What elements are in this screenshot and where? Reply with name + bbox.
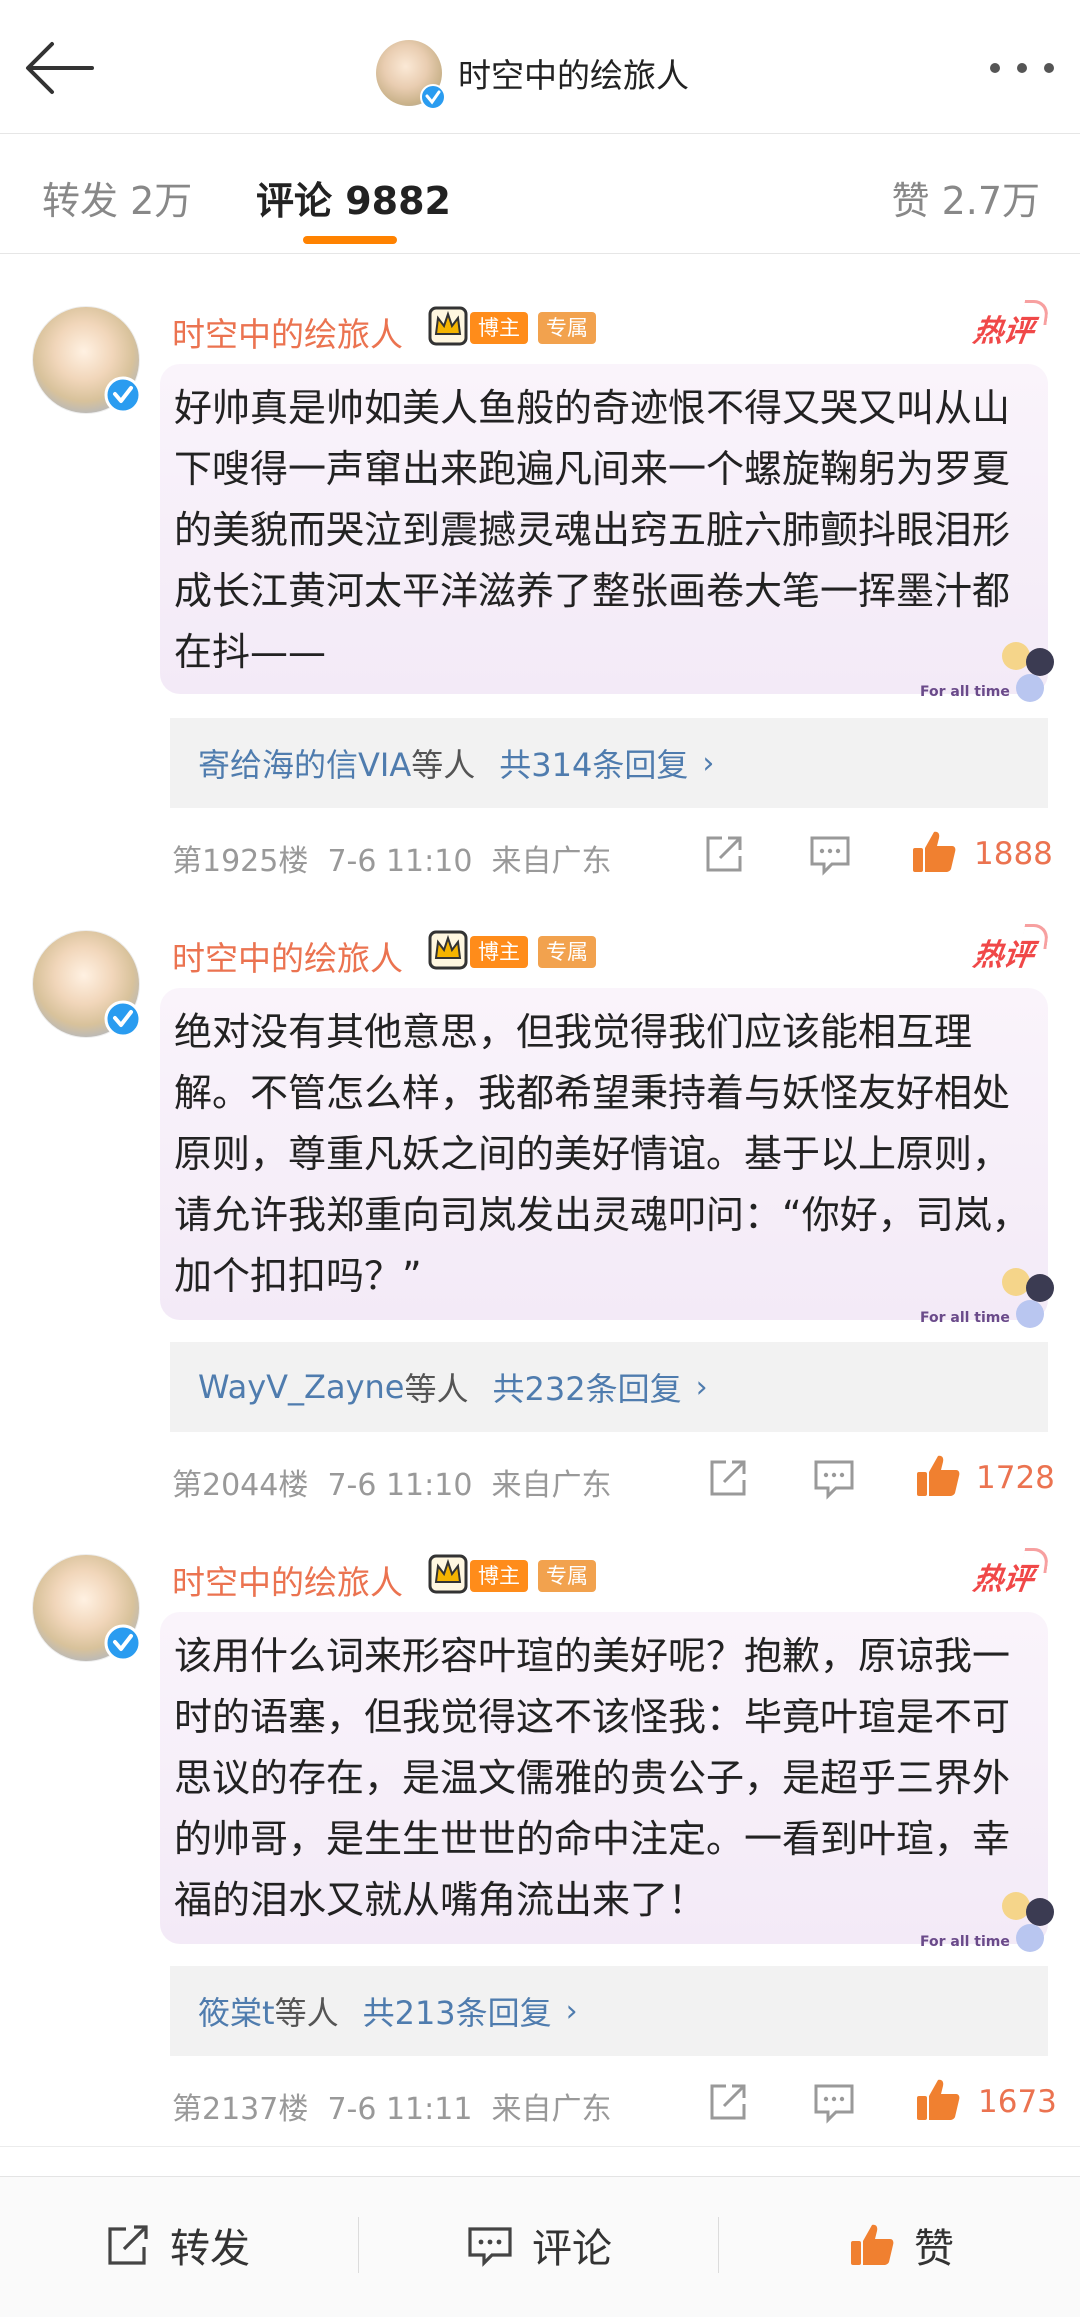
verified-icon (420, 84, 446, 110)
hot-comment-badge: 热评 (971, 930, 1037, 974)
comment-label: 评论 (532, 2226, 612, 2272)
active-tab-indicator (303, 236, 397, 244)
more-dots-icon (1017, 63, 1027, 73)
comment-bubble: 该用什么词来形容叶瑄的美好呢？抱歉，原谅我一时的语塞，但我觉得这不该怪我：毕竟叶… (160, 1612, 1054, 1952)
share-icon[interactable] (706, 1456, 750, 1500)
exclusive-badge: 专属 (538, 312, 596, 344)
tab-repost[interactable]: 转发 2万 (42, 170, 192, 225)
crown-icon (428, 930, 468, 970)
comment-icon[interactable] (812, 1456, 856, 1500)
share-icon (108, 2225, 148, 2265)
comment-bubble: 好帅真是帅如美人鱼般的奇迹恨不得又哭又叫从山下嗖得一声窜出来跑遍凡间来一个螺旋鞠… (160, 364, 1054, 702)
reply-summary-link[interactable]: WayV_Zayne 等人 共232条回复 › (170, 1342, 1048, 1432)
repost-button[interactable]: 转发 (104, 2215, 250, 2275)
thumbs-up-icon[interactable] (914, 2076, 962, 2124)
comment-username[interactable]: 时空中的绘旅人 (172, 308, 403, 356)
chevron-right-icon: › (702, 745, 715, 781)
thumbs-up-icon[interactable] (914, 1452, 962, 1500)
comment-username[interactable]: 时空中的绘旅人 (172, 932, 403, 980)
like-button[interactable]: 赞 (848, 2215, 954, 2275)
crown-icon (428, 306, 468, 346)
tab-like[interactable]: 赞 2.7万 (891, 170, 1040, 225)
thumbs-up-icon[interactable] (910, 828, 958, 876)
back-button[interactable] (22, 38, 98, 98)
verified-icon (104, 376, 142, 414)
host-badge: 博主 (470, 312, 528, 344)
comment-text: 好帅真是帅如美人鱼般的奇迹恨不得又哭又叫从山下嗖得一声窜出来跑遍凡间来一个螺旋鞠… (174, 386, 1011, 674)
account-header[interactable]: 时空中的绘旅人 (376, 38, 689, 110)
chevron-right-icon: › (695, 1369, 708, 1405)
comment-text: 绝对没有其他意思，但我觉得我们应该能相互理解。不管怎么样，我都希望秉持着与妖怪友… (174, 1010, 1030, 1298)
crown-icon (428, 1554, 468, 1594)
exclusive-badge: 专属 (538, 1560, 596, 1592)
share-icon[interactable] (706, 2080, 750, 2124)
separator (358, 2217, 359, 2273)
bottom-action-bar: 转发 评论 赞 (0, 2176, 1080, 2317)
like-count: 1673 (978, 2084, 1057, 2120)
comment-icon (468, 2227, 512, 2267)
host-badge: 博主 (470, 936, 528, 968)
thumbs-up-icon (851, 2224, 894, 2265)
comment-meta: 第1925楼 7-6 11:10 来自广东 (172, 844, 612, 879)
like-count: 1888 (974, 836, 1053, 872)
host-badge: 博主 (470, 1560, 528, 1592)
comment-username[interactable]: 时空中的绘旅人 (172, 1556, 403, 1604)
exclusive-badge: 专属 (538, 936, 596, 968)
comment-icon[interactable] (808, 832, 852, 876)
verified-icon (104, 1000, 142, 1038)
hot-comment-badge: 热评 (971, 1554, 1037, 1598)
avatar[interactable] (376, 40, 446, 110)
avatar[interactable] (32, 306, 142, 414)
avatar[interactable] (32, 930, 142, 1038)
separator (718, 2217, 719, 2273)
more-dots-icon (990, 63, 1000, 73)
chevron-right-icon: › (565, 1993, 578, 2029)
comment-meta: 第2137楼 7-6 11:11 来自广东 (172, 2092, 612, 2127)
verified-icon (104, 1624, 142, 1662)
hot-comment-badge: 热评 (971, 306, 1037, 350)
comment-bubble: 绝对没有其他意思，但我觉得我们应该能相互理解。不管怎么样，我都希望秉持着与妖怪友… (160, 988, 1054, 1328)
like-label: 赞 (914, 2226, 954, 2272)
bubble-sticker: For all time (920, 1262, 1060, 1332)
divider (0, 2146, 1080, 2147)
comment-button[interactable]: 评论 (466, 2215, 612, 2275)
reply-summary-link[interactable]: 寄给海的信VIA 等人 共314条回复 › (170, 718, 1048, 808)
repost-label: 转发 (170, 2226, 250, 2272)
tab-bar: 转发 2万 评论 9882 赞 2.7万 (0, 134, 1080, 254)
comment-meta: 第2044楼 7-6 11:10 来自广东 (172, 1468, 612, 1503)
comment-icon[interactable] (812, 2080, 856, 2124)
page-title: 时空中的绘旅人 (458, 56, 689, 95)
bubble-sticker: For all time (920, 1886, 1060, 1956)
top-navigation-bar: 时空中的绘旅人 (0, 0, 1080, 134)
more-button[interactable] (990, 58, 1054, 78)
bubble-sticker: For all time (920, 636, 1060, 706)
back-arrow-icon (26, 42, 94, 94)
comment-text: 该用什么词来形容叶瑄的美好呢？抱歉，原谅我一时的语塞，但我觉得这不该怪我：毕竟叶… (174, 1634, 1011, 1922)
like-count: 1728 (976, 1460, 1055, 1496)
more-dots-icon (1044, 63, 1054, 73)
avatar[interactable] (32, 1554, 142, 1662)
reply-summary-link[interactable]: 筱棠t 等人 共213条回复 › (170, 1966, 1048, 2056)
share-icon[interactable] (702, 832, 746, 876)
